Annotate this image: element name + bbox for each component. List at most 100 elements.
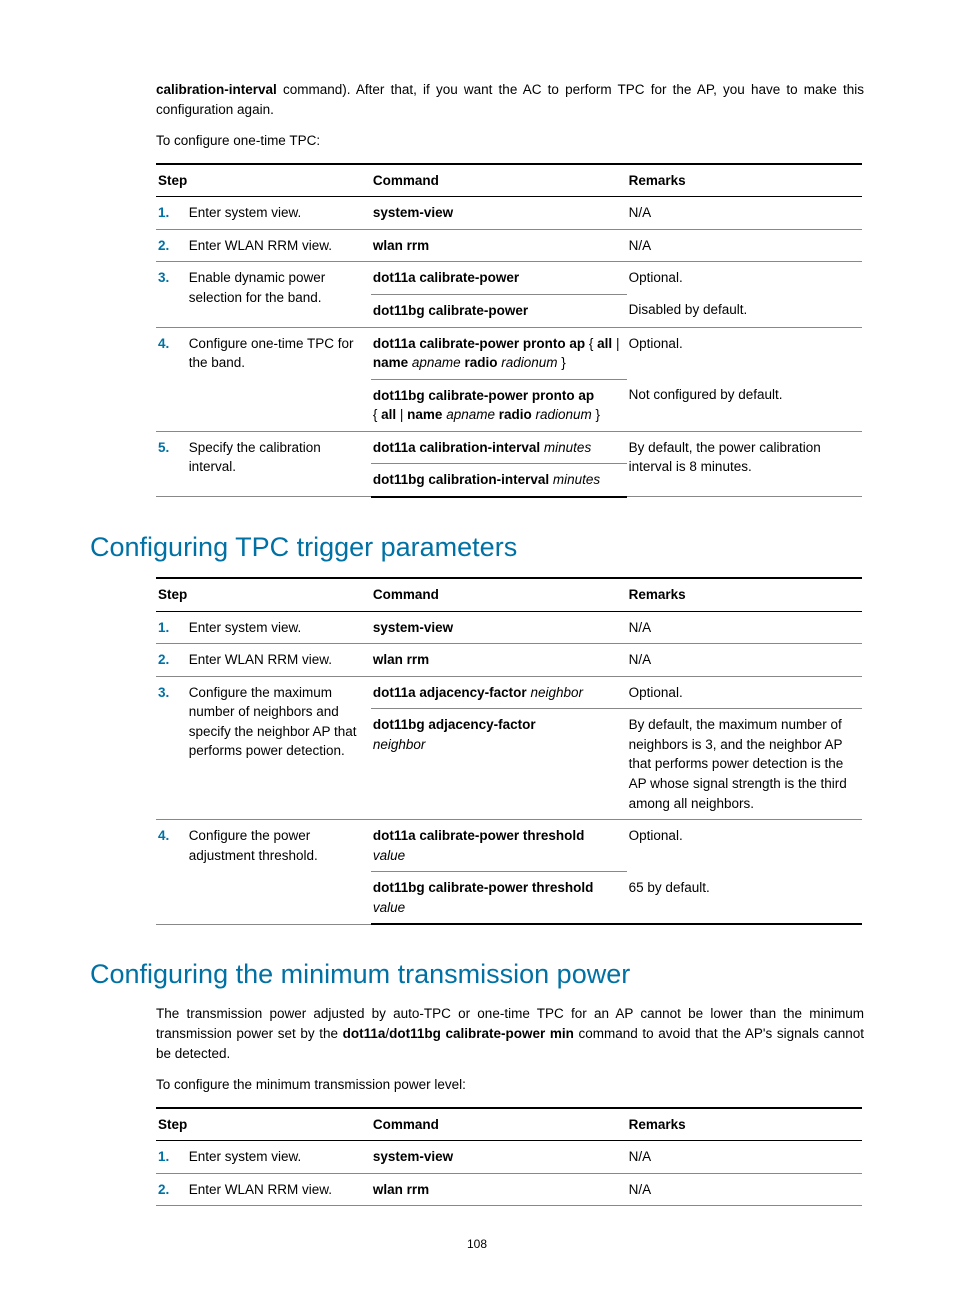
- table-min-power: Step Command Remarks 1. Enter system vie…: [156, 1107, 862, 1207]
- row-cmd: system-view: [371, 1141, 627, 1174]
- min-power-paragraph: The transmission power adjusted by auto-…: [90, 1004, 864, 1063]
- cmd-bold: dot11bg calibrate-power: [373, 303, 528, 318]
- row-cmd: dot11a adjacency-factor neighbor: [371, 676, 627, 709]
- cmd-text: |: [396, 407, 407, 422]
- table-one-time-tpc: Step Command Remarks 1. Enter system vie…: [156, 163, 862, 498]
- cmd-bold: system-view: [373, 205, 453, 220]
- table-row: 2. Enter WLAN RRM view. wlan rrm N/A: [156, 229, 862, 262]
- row-step: Enter WLAN RRM view.: [187, 644, 371, 677]
- th-step: Step: [156, 164, 371, 197]
- th-step: Step: [156, 578, 371, 611]
- cmd-bold: name: [373, 355, 408, 370]
- row-step: Enable dynamic power selection for the b…: [187, 262, 371, 327]
- table-row: 5. Specify the calibration interval. dot…: [156, 431, 862, 464]
- th-remarks: Remarks: [627, 578, 862, 611]
- p3-c: dot11bg calibrate-power min: [389, 1026, 574, 1041]
- row-rem: By default, the power calibration interv…: [627, 431, 862, 497]
- cmd-bold: dot11a calibrate-power pronto ap: [373, 336, 585, 351]
- row-rem: Optional.: [627, 327, 862, 379]
- row-num: 1.: [156, 1141, 187, 1174]
- lead-in-3: To configure the minimum transmission po…: [90, 1075, 864, 1095]
- cmd-bold: system-view: [373, 620, 453, 635]
- cmd-ital: neighbor: [527, 685, 583, 700]
- row-rem: Optional.: [627, 676, 862, 709]
- cmd-bold: dot11bg calibration-interval: [373, 472, 549, 487]
- heading-tpc-trigger: Configuring TPC trigger parameters: [90, 528, 864, 567]
- row-cmd: dot11bg adjacency-factor neighbor: [371, 709, 627, 820]
- row-rem: N/A: [627, 644, 862, 677]
- table-row: 2. Enter WLAN RRM view. wlan rrm N/A: [156, 1173, 862, 1206]
- cmd-bold: all: [597, 336, 612, 351]
- cmd-bold: dot11a calibrate-power: [373, 270, 519, 285]
- row-rem: Optional.: [627, 820, 862, 872]
- cmd-bold: dot11a adjacency-factor: [373, 685, 527, 700]
- cmd-text: {: [585, 336, 597, 351]
- cmd-bold: system-view: [373, 1149, 453, 1164]
- row-cmd: dot11bg calibration-interval minutes: [371, 464, 627, 497]
- cmd-ital: radionum: [497, 355, 557, 370]
- row-num: 5.: [156, 431, 187, 497]
- row-num: 3.: [156, 676, 187, 819]
- th-step: Step: [156, 1108, 371, 1141]
- row-step: Enter WLAN RRM view.: [187, 1173, 371, 1206]
- cmd-ital: minutes: [540, 440, 591, 455]
- row-num: 1.: [156, 611, 187, 644]
- table-row: 4. Configure the power adjustment thresh…: [156, 820, 862, 872]
- row-step: Enter system view.: [187, 197, 371, 230]
- cmd-ital: value: [373, 848, 405, 863]
- th-remarks: Remarks: [627, 164, 862, 197]
- cmd-bold: all: [381, 407, 396, 422]
- row-step: Enter system view.: [187, 1141, 371, 1174]
- row-cmd: dot11a calibrate-power: [371, 262, 627, 295]
- row-cmd: dot11bg calibrate-power: [371, 294, 627, 327]
- row-cmd: dot11a calibrate-power threshold value: [371, 820, 627, 872]
- row-num: 1.: [156, 197, 187, 230]
- cmd-ital: apname: [408, 355, 464, 370]
- row-rem: N/A: [627, 1173, 862, 1206]
- row-num: 4.: [156, 820, 187, 925]
- cmd-ital: neighbor: [373, 737, 426, 752]
- cmd-bold: dot11a calibrate-power threshold: [373, 828, 585, 843]
- th-command: Command: [371, 164, 627, 197]
- lead-in-1: To configure one-time TPC:: [90, 131, 864, 151]
- table-row: 1. Enter system view. system-view N/A: [156, 1141, 862, 1174]
- table-tpc-trigger: Step Command Remarks 1. Enter system vie…: [156, 577, 862, 925]
- cmd-bold: dot11bg adjacency-factor: [373, 717, 536, 732]
- row-num: 2.: [156, 1173, 187, 1206]
- row-num: 2.: [156, 644, 187, 677]
- row-cmd: dot11bg calibrate-power threshold value: [371, 872, 627, 925]
- row-rem: N/A: [627, 1141, 862, 1174]
- row-rem: By default, the maximum number of neighb…: [627, 709, 862, 820]
- row-cmd: wlan rrm: [371, 1173, 627, 1206]
- page-number: 108: [90, 1236, 864, 1253]
- cmd-bold: wlan rrm: [373, 1182, 429, 1197]
- cmd-bold: radio: [499, 407, 532, 422]
- cmd-ital: apname: [442, 407, 498, 422]
- row-step: Enter WLAN RRM view.: [187, 229, 371, 262]
- row-cmd: dot11a calibrate-power pronto ap { all |…: [371, 327, 627, 379]
- row-rem: N/A: [627, 611, 862, 644]
- cmd-text: }: [558, 355, 566, 370]
- cmd-text: }: [592, 407, 600, 422]
- table-row: 4. Configure one-time TPC for the band. …: [156, 327, 862, 379]
- intro-bold: calibration-interval: [156, 82, 277, 97]
- table-row: 1. Enter system view. system-view N/A: [156, 197, 862, 230]
- cmd-text: |: [612, 336, 619, 351]
- cmd-bold: dot11a calibration-interval: [373, 440, 540, 455]
- row-rem: N/A: [627, 197, 862, 230]
- cmd-bold: wlan rrm: [373, 652, 429, 667]
- row-cmd: wlan rrm: [371, 644, 627, 677]
- row-cmd: system-view: [371, 611, 627, 644]
- row-rem: 65 by default.: [627, 872, 862, 925]
- row-rem: Disabled by default.: [627, 294, 862, 327]
- row-cmd: wlan rrm: [371, 229, 627, 262]
- th-command: Command: [371, 578, 627, 611]
- intro-paragraph: calibration-interval command). After tha…: [90, 80, 864, 119]
- row-num: 2.: [156, 229, 187, 262]
- cmd-ital: value: [373, 900, 405, 915]
- row-step: Configure the power adjustment threshold…: [187, 820, 371, 925]
- table-row: 3. Configure the maximum number of neigh…: [156, 676, 862, 709]
- table-row: 3. Enable dynamic power selection for th…: [156, 262, 862, 295]
- row-num: 3.: [156, 262, 187, 327]
- row-step: Configure the maximum number of neighbor…: [187, 676, 371, 819]
